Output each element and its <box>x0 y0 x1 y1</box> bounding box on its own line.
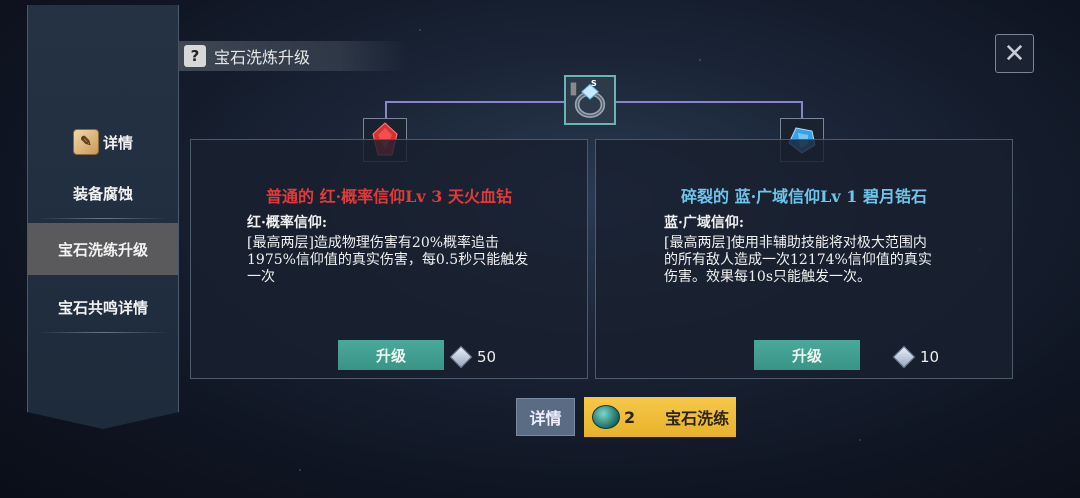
close-button[interactable]: ✕ <box>995 34 1034 73</box>
connector-line-left-drop <box>385 101 387 119</box>
gem-title: 碎裂的 蓝·广域信仰Lv 1 碧月锆石 <box>681 187 927 206</box>
wash-stone-count: 2 <box>624 407 636 427</box>
detail-button[interactable]: 详情 <box>516 398 575 436</box>
gem-effect-name: 红·概率信仰: <box>247 215 328 231</box>
close-icon: ✕ <box>1003 38 1026 69</box>
sidebar-item-label: 装备腐蚀 <box>72 184 133 203</box>
wash-stone-icon <box>592 405 620 429</box>
gem-panel-red: 普通的 红·概率信仰Lv 3 天火血钻 红·概率信仰: [最高两层]造成物理伤害… <box>190 139 588 379</box>
sidebar-item-label: 宝石共鸣详情 <box>57 298 148 317</box>
gem-wash-label: 宝石洗练 <box>665 409 730 428</box>
gem-effect-description: [最高两层]造成物理伤害有20%概率追击1975%信仰值的真实伤害，每0.5秒只… <box>247 235 529 285</box>
gem-title: 普通的 红·概率信仰Lv 3 天火血钻 <box>266 187 512 206</box>
upgrade-button[interactable]: 升级 <box>338 340 444 370</box>
sidebar-item-detail[interactable]: ✎ 详情 <box>28 117 178 167</box>
upgrade-cost: 10 <box>892 345 940 369</box>
help-icon[interactable]: ? <box>184 45 206 67</box>
upgrade-button[interactable]: 升级 <box>754 340 860 370</box>
ring-icon: S <box>566 77 614 123</box>
page-title: 宝石洗炼升级 <box>214 48 311 67</box>
equipment-slot[interactable]: S <box>564 75 616 125</box>
sidebar: ✎ 详情 装备腐蚀 宝石洗练升级 宝石共鸣详情 <box>27 5 179 429</box>
cost-value: 50 <box>477 348 497 366</box>
gem-wash-button[interactable]: 2 宝石洗练 <box>584 397 736 437</box>
connector-line-right-drop <box>801 101 803 119</box>
page-header: ? 宝石洗炼升级 <box>178 41 408 71</box>
sidebar-item-equipment-corrosion[interactable]: 装备腐蚀 <box>28 167 178 219</box>
connector-line-right <box>616 101 802 103</box>
connector-line-left <box>385 101 565 103</box>
sidebar-item-gem-wash-upgrade[interactable]: 宝石洗练升级 <box>28 223 178 275</box>
sidebar-item-gem-resonance[interactable]: 宝石共鸣详情 <box>28 281 178 333</box>
sidebar-item-label: 详情 <box>102 133 133 152</box>
gem-effect-name: 蓝·广域信仰: <box>664 215 745 231</box>
gem-effect-description: [最高两层]使用非辅助技能将对极大范围内的所有敌人造成一次12174%信仰值的真… <box>664 235 932 285</box>
crystal-icon <box>449 345 473 369</box>
sidebar-item-label: 宝石洗练升级 <box>57 240 148 259</box>
upgrade-cost: 50 <box>449 345 497 369</box>
grade-label: S <box>591 78 597 88</box>
crystal-icon <box>892 345 916 369</box>
scroll-icon: ✎ <box>72 129 99 155</box>
cost-value: 10 <box>920 348 940 366</box>
gem-panel-blue: 碎裂的 蓝·广域信仰Lv 1 碧月锆石 蓝·广域信仰: [最高两层]使用非辅助技… <box>595 139 1013 379</box>
